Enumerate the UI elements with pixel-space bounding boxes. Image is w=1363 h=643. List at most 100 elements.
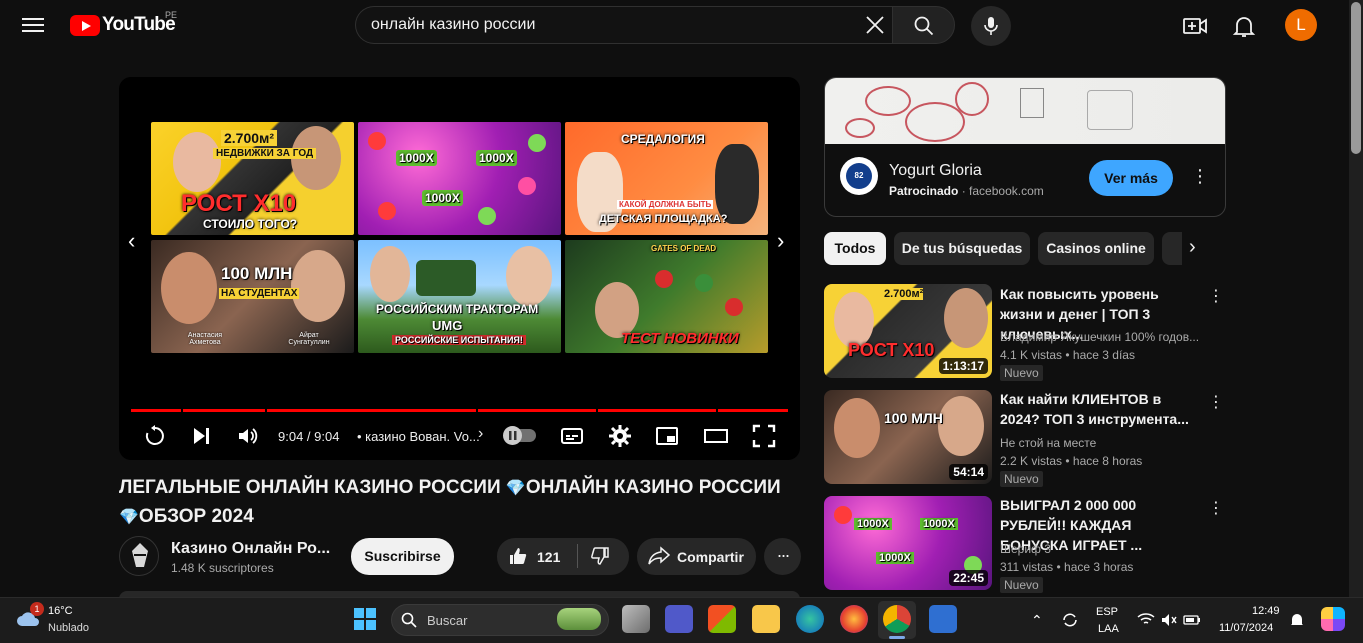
channel-avatar[interactable] (119, 536, 159, 576)
chip-partial[interactable] (1162, 232, 1182, 265)
microsoft-store-icon[interactable] (708, 605, 736, 633)
recommendation-more-icon[interactable]: ⋮ (1208, 286, 1224, 306)
video-title-part: ОНЛАЙН КАЗИНО РОССИИ (525, 477, 781, 498)
notification-bell-icon[interactable] (1290, 612, 1304, 628)
chip-all[interactable]: Todos (824, 232, 886, 265)
endscreen-video-3[interactable]: СРЕДАЛОГИЯ КАКОЙ ДОЛЖНА БЫТЬ ДЕТСКАЯ ПЛО… (565, 122, 768, 235)
chevron-right-icon[interactable]: › (478, 425, 483, 443)
recommendation-title[interactable]: Как найти КЛИЕНТОВ в 2024? ТОП 3 инструм… (1000, 389, 1200, 429)
subtitles-icon[interactable] (560, 424, 584, 448)
ad-decoration (845, 118, 875, 138)
endscreen-caption: СРЕДАЛОГИЯ (621, 132, 705, 146)
endscreen-video-2[interactable]: 1000X 1000X 1000X (358, 122, 561, 235)
recommendation-thumbnail[interactable]: 2.700м² РОСТ Х10 1:13:17 (824, 284, 992, 378)
endscreen-next-icon[interactable]: › (777, 228, 784, 254)
search-button[interactable] (892, 6, 955, 44)
settings-gear-icon[interactable] (608, 424, 632, 448)
chips-next-icon[interactable]: › (1189, 236, 1196, 259)
ad-banner-image[interactable] (825, 78, 1225, 144)
person-thumbnail (370, 246, 410, 302)
share-icon (648, 546, 670, 565)
youtube-logo[interactable]: YouTube (70, 13, 176, 37)
recommendation-channel[interactable]: Не стой на месте (1000, 436, 1200, 450)
taskbar-date[interactable]: 11/07/2024 (1219, 622, 1273, 634)
slot-symbol (834, 506, 852, 524)
endscreen-caption: 1000X (396, 150, 437, 166)
chrome-icon[interactable] (883, 605, 911, 633)
search-input-value[interactable]: онлайн казино россии (371, 16, 535, 34)
task-view-icon[interactable] (622, 605, 650, 633)
language-indicator[interactable]: ESP (1096, 606, 1118, 618)
active-app-indicator (889, 636, 905, 639)
recommendation-channel[interactable]: Шериф 3 (1000, 542, 1200, 556)
taskbar-clock[interactable]: 12:49 (1252, 605, 1280, 617)
progress-bar[interactable] (131, 409, 788, 412)
more-actions-button[interactable]: ··· (764, 538, 801, 575)
notepad-icon[interactable] (929, 605, 957, 633)
taskbar-search-placeholder[interactable]: Buscar (427, 613, 467, 628)
voice-search-button[interactable] (971, 6, 1011, 46)
replay-icon[interactable] (143, 424, 167, 448)
endscreen-video-5[interactable]: РОССИЙСКИМ ТРАКТОРАМ UMG РОССИЙСКИЕ ИСПЫ… (358, 240, 561, 353)
endscreen-video-1[interactable]: 2.700м² НЕДВИЖКИ ЗА ГОД РОСТ Х10 СТОИЛО … (151, 122, 354, 235)
endscreen-person-name: Айрат Сунгатуллин (288, 332, 330, 346)
file-explorer-icon[interactable] (752, 605, 780, 633)
recommendation-channel[interactable]: Владимир Якушечкин 100% годов... (1000, 330, 1200, 344)
ad-cta-button[interactable]: Ver más (1089, 160, 1173, 196)
recommendation-meta: 311 vistas • hace 3 horas (1000, 560, 1134, 574)
next-video-icon[interactable] (190, 424, 214, 448)
wifi-icon[interactable] (1137, 612, 1155, 628)
ad-decoration (955, 82, 989, 116)
recommendation-more-icon[interactable]: ⋮ (1208, 392, 1224, 412)
ad-sponsor-line: Patrocinado · facebook.com (889, 184, 1044, 198)
fullscreen-icon[interactable] (752, 424, 776, 448)
ad-decoration (905, 102, 965, 142)
person-thumbnail (944, 288, 988, 348)
subscribe-button[interactable]: Suscribirse (351, 538, 454, 575)
ad-title[interactable]: Yogurt Gloria (889, 162, 982, 180)
weather-description[interactable]: Nublado (48, 622, 89, 634)
endscreen-prev-icon[interactable]: ‹ (128, 228, 135, 254)
battery-icon[interactable] (1183, 612, 1201, 628)
account-avatar[interactable]: L (1285, 9, 1317, 41)
endscreen-video-4[interactable]: 100 МЛН НА СТУДЕНТАХ Анастасия Ахметова … (151, 240, 354, 353)
notifications-bell-icon[interactable] (1231, 13, 1257, 39)
miniplayer-icon[interactable] (655, 424, 679, 448)
theater-mode-icon[interactable] (704, 424, 728, 448)
firefox-icon[interactable] (840, 605, 868, 633)
chip-from-searches[interactable]: De tus búsquedas (894, 232, 1030, 265)
copilot-icon[interactable] (1321, 607, 1345, 631)
autoplay-knob[interactable] (503, 426, 522, 445)
keyboard-layout-indicator[interactable]: LAA (1098, 623, 1119, 635)
hamburger-menu-icon[interactable] (22, 14, 44, 34)
teams-icon[interactable] (665, 605, 693, 633)
endscreen-caption: КАКОЙ ДОЛЖНА БЫТЬ (617, 200, 714, 209)
slot-symbol (518, 177, 536, 195)
endscreen-video-6[interactable]: GATES OF DEAD ТЕСТ НОВИНКИ (565, 240, 768, 353)
like-count[interactable]: 121 (537, 549, 560, 565)
weather-temperature[interactable]: 16°C (48, 605, 73, 617)
chapter-title[interactable]: • казино Вован. Vo... (357, 429, 480, 444)
chip-online-casinos[interactable]: Casinos online (1038, 232, 1154, 265)
windows-start-icon[interactable] (353, 607, 377, 631)
subscriber-count: 1.48 K suscriptores (171, 561, 274, 575)
slot-symbol (725, 298, 743, 316)
dislike-icon[interactable] (590, 546, 610, 566)
gloria-logo-icon: 82 (846, 163, 872, 189)
like-icon[interactable] (508, 546, 528, 566)
recommendation-more-icon[interactable]: ⋮ (1208, 498, 1224, 518)
scrollbar-thumb[interactable] (1351, 2, 1361, 154)
recommendation-thumbnail[interactable]: 100 МЛН 54:14 (824, 390, 992, 484)
volume-muted-icon[interactable] (1160, 612, 1178, 628)
sponsored-label: Patrocinado (889, 184, 959, 198)
create-video-icon[interactable] (1182, 13, 1208, 39)
chevron-up-icon[interactable]: ⌃ (1031, 612, 1043, 629)
clear-search-icon[interactable] (864, 14, 886, 36)
ad-more-options-icon[interactable]: ⋮ (1191, 166, 1209, 187)
recommendation-thumbnail[interactable]: 1000X 1000X 1000X 22:45 (824, 496, 992, 590)
channel-name[interactable]: Казино Онлайн Ро... (171, 540, 330, 558)
edge-browser-icon[interactable] (796, 605, 824, 633)
sync-icon[interactable] (1061, 611, 1079, 629)
share-label[interactable]: Compartir (677, 549, 744, 565)
volume-icon[interactable] (236, 424, 260, 448)
